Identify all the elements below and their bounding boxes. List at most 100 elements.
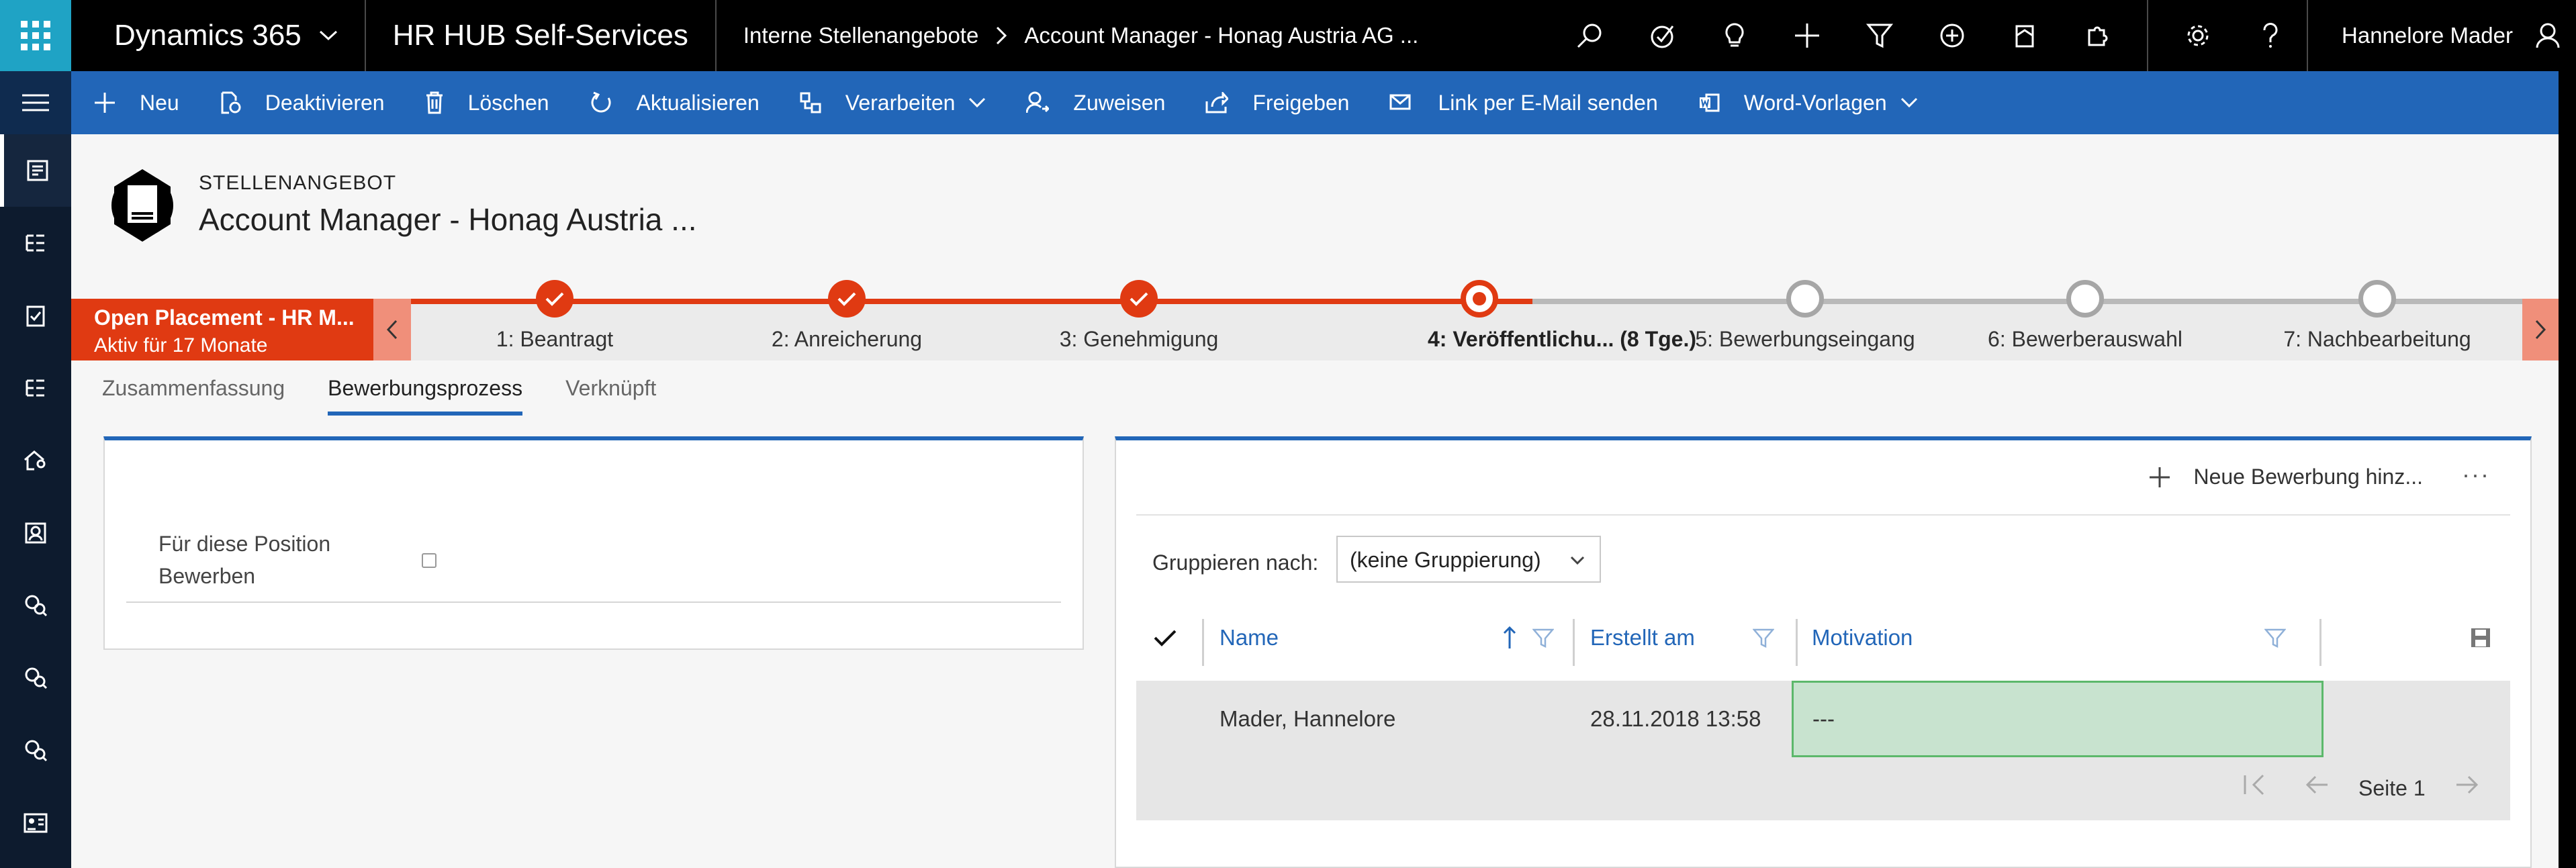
stage-2-node[interactable] <box>828 280 866 318</box>
column-header-name[interactable]: Name <box>1220 606 1279 670</box>
column-header-created[interactable]: Erstellt am <box>1590 606 1695 670</box>
user-name: Hannelore Mader <box>2342 23 2513 48</box>
hamburger-menu-icon[interactable] <box>0 71 71 134</box>
cell-created: 28.11.2018 13:58 <box>1590 706 1761 731</box>
app-name[interactable]: HR HUB Self-Services <box>366 0 717 71</box>
top-navigation-bar: Dynamics 365 HR HUB Self-Services Intern… <box>0 0 2576 71</box>
apply-field-label-line-2: Bewerben <box>158 564 256 588</box>
puzzle-icon[interactable] <box>2061 0 2133 71</box>
filter-icon[interactable] <box>1753 606 1774 670</box>
next-page-icon[interactable] <box>2455 773 2479 796</box>
assign-button[interactable]: Zuweisen <box>1006 71 1185 134</box>
plus-icon <box>94 92 116 113</box>
breadcrumb-item[interactable]: Interne Stellenangebote <box>743 23 978 48</box>
top-icon-group: Hannelore Mader <box>1553 0 2576 71</box>
chevron-right-icon <box>996 26 1007 45</box>
record-title: Account Manager - Honag Austria ... <box>199 202 697 237</box>
people-search-2-nav-icon[interactable] <box>0 642 71 714</box>
save-icon[interactable] <box>2470 606 2491 670</box>
tab-summary[interactable]: Zusammenfassung <box>102 376 285 416</box>
cell-name[interactable]: Mader, Hannelore <box>1220 681 1395 757</box>
previous-page-icon[interactable] <box>2305 773 2329 796</box>
chevron-down-icon <box>968 97 986 108</box>
stage-4-node[interactable] <box>1461 280 1498 318</box>
stage-1-node[interactable] <box>536 280 573 318</box>
business-process-flow: Open Placement - HR M... Aktiv für 17 Mo… <box>71 280 2559 360</box>
org-chart-nav-icon[interactable] <box>0 207 71 279</box>
stage-7-node[interactable] <box>2358 280 2396 318</box>
deactivate-button[interactable]: Deaktivieren <box>199 71 405 134</box>
refresh-button-label: Aktualisieren <box>636 90 760 115</box>
column-separator <box>2319 619 2321 666</box>
select-all-check-icon[interactable] <box>1154 606 1177 670</box>
apply-field-label-line-1: Für diese Position <box>158 532 331 556</box>
tab-application-process[interactable]: Bewerbungsprozess <box>328 376 523 416</box>
share-button[interactable]: Freigeben <box>1185 71 1369 134</box>
more-options-button[interactable]: ··· <box>2462 461 2490 489</box>
stage-1-label[interactable]: 1: Beantragt <box>496 327 613 352</box>
clipboard-icon[interactable] <box>1988 0 2061 71</box>
trash-icon <box>425 91 444 114</box>
new-button[interactable]: Neu <box>71 71 199 134</box>
people-search-nav-icon[interactable] <box>0 569 71 642</box>
sort-ascending-icon[interactable] <box>1503 606 1516 670</box>
new-button-label: Neu <box>140 90 179 115</box>
chevron-down-icon <box>1570 556 1585 565</box>
delete-button[interactable]: Löschen <box>405 71 569 134</box>
help-icon[interactable] <box>2234 0 2307 71</box>
bpf-active-process[interactable]: Open Placement - HR M... Aktiv für 17 Mo… <box>71 299 373 360</box>
home-person-nav-icon[interactable] <box>0 424 71 497</box>
chevron-down-icon <box>319 30 338 41</box>
grid-pager: Seite 1 <box>1136 757 2510 820</box>
gear-icon[interactable] <box>2162 0 2234 71</box>
table-row[interactable]: Mader, Hannelore 28.11.2018 13:58 --- <box>1136 681 2510 757</box>
word-templates-button[interactable]: Word-Vorlagen <box>1678 71 1938 134</box>
stage-6-label[interactable]: 6: Bewerberauswahl <box>1988 327 2182 352</box>
column-header-motivation[interactable]: Motivation <box>1812 606 1913 670</box>
filter-icon[interactable] <box>1843 0 1916 71</box>
share-button-label: Freigeben <box>1252 90 1350 115</box>
hierarchy-nav-icon[interactable] <box>0 352 71 424</box>
tab-related[interactable]: Verknüpft <box>565 376 656 416</box>
stage-5-node[interactable] <box>1786 280 1824 318</box>
cell-motivation[interactable]: --- <box>1792 681 2324 757</box>
stage-2-label[interactable]: 2: Anreicherung <box>772 327 922 352</box>
deactivate-button-label: Deaktivieren <box>265 90 385 115</box>
apply-section: Für diese Position Bewerben <box>103 436 1084 650</box>
people-search-3-nav-icon[interactable] <box>0 714 71 787</box>
idea-icon[interactable] <box>1698 0 1771 71</box>
email-link-button[interactable]: Link per E-Mail senden <box>1369 71 1677 134</box>
checklist-nav-icon[interactable] <box>0 279 71 352</box>
filter-icon[interactable] <box>1532 606 1554 670</box>
stage-7-label[interactable]: 7: Nachbearbeitung <box>2283 327 2471 352</box>
stage-3-label[interactable]: 3: Genehmigung <box>1060 327 1219 352</box>
refresh-icon <box>590 91 612 114</box>
contact-card-nav-icon[interactable] <box>0 787 71 859</box>
search-icon[interactable] <box>1553 0 1626 71</box>
bpf-next-button[interactable] <box>2522 299 2559 360</box>
brand-switcher[interactable]: Dynamics 365 <box>71 0 366 71</box>
job-offer-nav-icon[interactable] <box>0 134 71 207</box>
stage-3-node[interactable] <box>1120 280 1158 318</box>
stage-5-label[interactable]: 5: Bewerbungseingang <box>1695 327 1915 352</box>
group-by-select[interactable]: (keine Gruppierung) <box>1336 536 1601 583</box>
first-page-icon[interactable] <box>2243 773 2267 796</box>
apply-checkbox[interactable] <box>422 553 436 568</box>
process-button[interactable]: Verarbeiten <box>780 71 1007 134</box>
filter-icon[interactable] <box>2264 606 2286 670</box>
group-by-label: Gruppieren nach: <box>1152 550 1319 575</box>
bpf-previous-button[interactable] <box>373 299 411 360</box>
stage-4-label[interactable]: 4: Veröffentlichu... (8 Tge.) <box>1428 327 1696 352</box>
app-launcher-icon[interactable] <box>0 0 71 71</box>
id-card-nav-icon[interactable] <box>0 497 71 569</box>
right-edge-strip <box>2559 71 2576 868</box>
refresh-button[interactable]: Aktualisieren <box>569 71 780 134</box>
add-icon[interactable] <box>1771 0 1843 71</box>
task-icon[interactable] <box>1626 0 1698 71</box>
circle-plus-icon[interactable] <box>1916 0 1988 71</box>
user-menu[interactable]: Hannelore Mader <box>2307 0 2576 71</box>
stage-6-node[interactable] <box>2066 280 2104 318</box>
word-icon <box>1698 92 1720 113</box>
add-application-button[interactable]: Neue Bewerbung hinz... <box>2149 465 2423 489</box>
bpf-process-duration: Aktiv für 17 Monate <box>94 334 268 356</box>
